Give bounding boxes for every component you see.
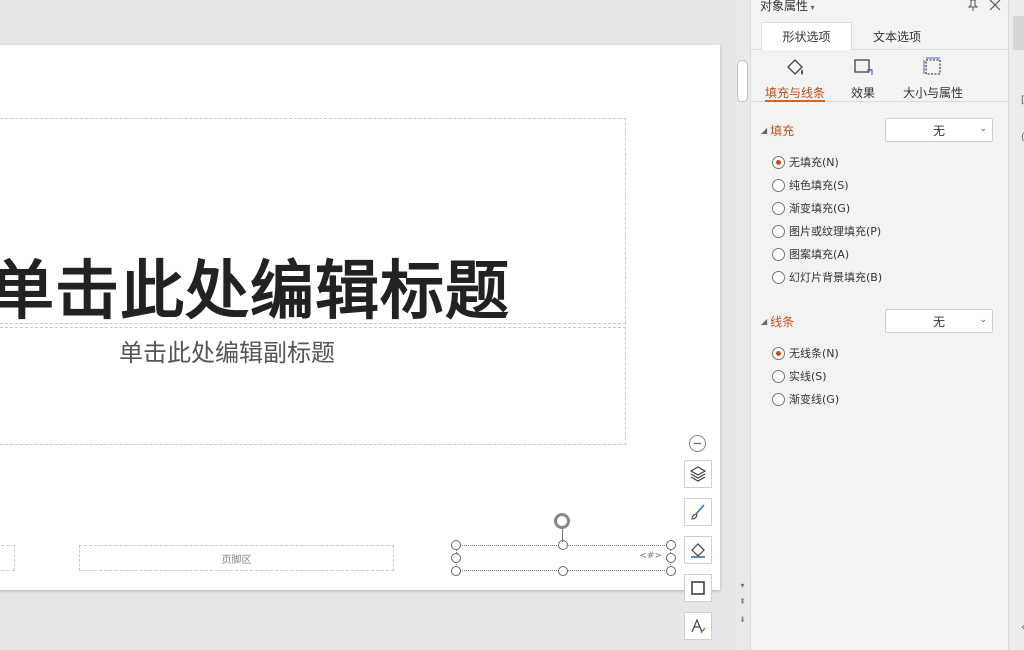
rotate-connector [562, 529, 563, 542]
chevron-down-icon: ⌄ [979, 124, 987, 134]
layers-icon [689, 466, 707, 482]
minus-icon [694, 442, 701, 445]
tab-shape-options[interactable]: 形状选项 [761, 22, 852, 50]
resize-handle-right[interactable] [666, 553, 676, 563]
slide-title[interactable]: 单击此处编辑标题 [0, 240, 510, 332]
subtab-effect[interactable]: 效果 [843, 52, 883, 102]
line-option-solid[interactable]: 实线(S) [772, 367, 827, 385]
text-style-icon [691, 618, 706, 634]
scroll-down-arrow-icon[interactable]: ▾ [738, 581, 747, 590]
collapse-toolbar-button[interactable] [689, 435, 706, 452]
line-option-none[interactable]: 无线条(N) [772, 344, 839, 362]
format-painter-button[interactable] [684, 498, 712, 526]
fill-option-pattern[interactable]: 图案填充(A) [772, 245, 849, 263]
vertical-scrollbar[interactable]: ▾ ⇞ ⇟ [735, 0, 750, 650]
pin-icon[interactable] [966, 0, 980, 12]
previous-slide-icon[interactable]: ⇞ [738, 597, 747, 606]
size-property-icon [923, 57, 941, 75]
resize-handle-bottom-left[interactable] [451, 566, 461, 576]
fill-option-none[interactable]: 无填充(N) [772, 153, 839, 171]
subtab-size-property[interactable]: 大小与属性 [899, 52, 967, 102]
slide-subtitle[interactable]: 单击此处编辑副标题 [119, 333, 335, 368]
resize-handle-top[interactable] [558, 540, 568, 550]
resize-handle-top-left[interactable] [451, 540, 461, 550]
line-option-gradient[interactable]: 渐变线(G) [772, 390, 839, 408]
panel-title[interactable]: 对象属性 ▾ [760, 0, 815, 14]
radio-button[interactable] [772, 247, 785, 261]
fill-option-gradient[interactable]: 渐变填充(G) [772, 199, 850, 217]
footer-label: 页脚区 [221, 554, 252, 566]
line-type-select[interactable]: 无 ⌄ [885, 309, 993, 333]
fill-option-picture[interactable]: 图片或纹理填充(P) [772, 222, 881, 240]
fill-line-icon [787, 59, 803, 75]
radio-button[interactable] [772, 155, 785, 169]
slide[interactable]: 单击此处编辑标题 单击此处编辑副标题 页脚区 <#> [0, 45, 720, 590]
radio-button[interactable] [772, 346, 785, 360]
radio-button[interactable] [772, 201, 785, 215]
fill-section-header[interactable]: ◢ 填充 [761, 122, 794, 139]
outline-square-icon [691, 581, 705, 595]
slide-canvas[interactable]: 单击此处编辑标题 单击此处编辑副标题 页脚区 <#> [0, 0, 735, 650]
resize-handle-top-right[interactable] [666, 540, 676, 550]
radio-button[interactable] [772, 224, 785, 238]
outline-button[interactable] [684, 574, 712, 602]
rail-active-item[interactable] [1013, 16, 1024, 50]
collapse-triangle-icon: ◢ [761, 126, 768, 135]
side-task-rail: [ ( « [1008, 0, 1024, 650]
brush-icon [691, 504, 705, 520]
text-style-button[interactable] [684, 612, 712, 640]
rotate-handle[interactable] [554, 513, 570, 529]
effect-icon [854, 59, 873, 75]
line-section-header[interactable]: ◢ 线条 [761, 313, 794, 330]
radio-button[interactable] [772, 369, 785, 383]
collapse-triangle-icon: ◢ [761, 317, 768, 326]
radio-button[interactable] [772, 178, 785, 192]
radio-button[interactable] [772, 270, 785, 284]
layers-button[interactable] [684, 460, 712, 488]
resize-handle-bottom-right[interactable] [666, 566, 676, 576]
slide-number-label: <#> [639, 551, 662, 561]
close-icon[interactable] [988, 0, 1002, 12]
paint-bucket-icon [691, 543, 705, 558]
subtab-fill-line[interactable]: 填充与线条 [763, 52, 827, 102]
object-properties-panel: 对象属性 ▾ 形状选项 文本选项 填充与线条 效果 大小与属性 ◢ 填充 无 ⌄… [750, 0, 1009, 650]
fill-option-slide-background[interactable]: 幻灯片背景填充(B) [772, 268, 882, 286]
scrollbar-thumb[interactable] [737, 60, 748, 102]
footer-placeholder[interactable]: 页脚区 [79, 545, 394, 571]
fill-button[interactable] [684, 536, 712, 564]
resize-handle-left[interactable] [451, 553, 461, 563]
sub-tabs: 填充与线条 效果 大小与属性 [751, 52, 1009, 102]
fill-option-solid[interactable]: 纯色填充(S) [772, 176, 849, 194]
option-tabs: 形状选项 文本选项 [751, 22, 1009, 50]
fill-type-select[interactable]: 无 ⌄ [885, 118, 993, 142]
radio-button[interactable] [772, 392, 785, 406]
chevron-down-icon: ⌄ [979, 315, 987, 325]
next-slide-icon[interactable]: ⇟ [738, 615, 747, 624]
tab-text-options[interactable]: 文本选项 [857, 22, 937, 50]
resize-handle-bottom[interactable] [558, 566, 568, 576]
date-placeholder[interactable] [0, 545, 15, 571]
